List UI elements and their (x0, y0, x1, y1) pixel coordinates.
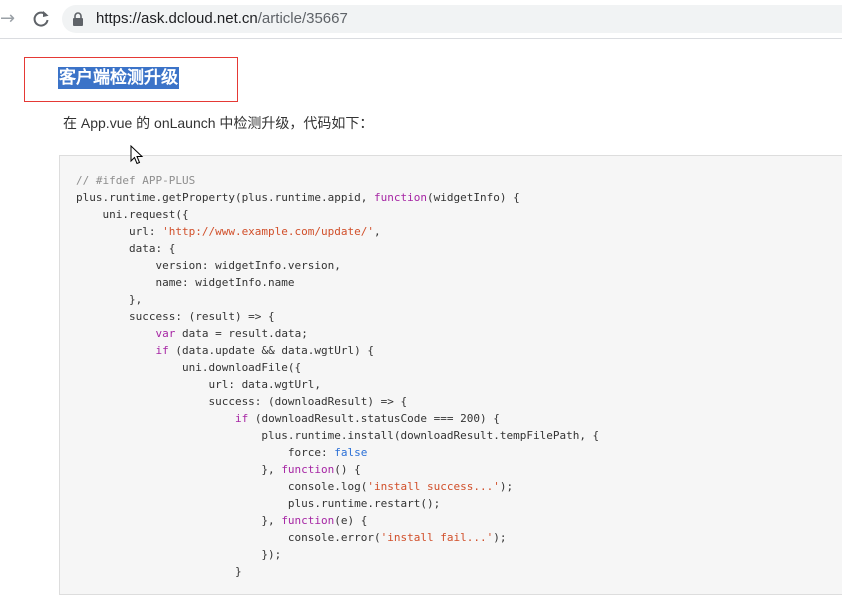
code-token: url: (76, 225, 163, 238)
code-token: }); (76, 548, 282, 561)
code-token: function (281, 463, 335, 476)
code-line: if (data.update && data.wgtUrl) { (76, 342, 599, 359)
code-token: }, (76, 514, 282, 527)
code-token: uni.downloadFile({ (76, 361, 302, 374)
code-token: , (374, 225, 381, 238)
code-token: 'install success...' (367, 480, 500, 493)
article-heading: 客户端检测升级 (58, 67, 179, 89)
code-line: }, function(e) { (76, 512, 599, 529)
code-token: if (155, 344, 169, 357)
code-line: }); (76, 546, 599, 563)
code-line: if (downloadResult.statusCode === 200) { (76, 410, 599, 427)
code-token: plus.runtime.restart(); (76, 497, 441, 510)
code-token: var (155, 327, 176, 340)
article-intro: 在 App.vue 的 onLaunch 中检测升级，代码如下： (63, 115, 374, 131)
code-token: 'http://www.example.com/update/' (162, 225, 375, 238)
code-line: console.error('install fail...'); (76, 529, 599, 546)
code-line: uni.request({ (76, 206, 599, 223)
lock-icon (72, 12, 84, 26)
code-token: // #ifdef APP-PLUS (76, 174, 196, 187)
code-token: (widgetInfo) { (427, 191, 520, 204)
code-token: console.error( (76, 531, 381, 544)
code-line: force: false (76, 444, 599, 461)
article-page: 客户端检测升级 在 App.vue 的 onLaunch 中检测升级，代码如下：… (0, 39, 842, 595)
mouse-cursor-icon (130, 144, 144, 165)
code-token: success: (result) => { (76, 310, 275, 323)
code-line: }, (76, 291, 599, 308)
code-line: plus.runtime.getProperty(plus.runtime.ap… (76, 189, 599, 206)
reload-icon[interactable] (30, 8, 52, 30)
code-token: uni.request({ (76, 208, 189, 221)
code-line: }, function() { (76, 461, 599, 478)
code-content: // #ifdef APP-PLUS plus.runtime.getProper… (76, 172, 599, 580)
code-token: (data.update && data.wgtUrl) { (168, 344, 375, 357)
code-token: version: widgetInfo.version, (76, 259, 341, 272)
code-token: (e) { (334, 514, 368, 527)
code-line: plus.runtime.restart(); (76, 495, 599, 512)
browser-toolbar: → https://ask.dcloud.net.cn/article/3566… (0, 0, 842, 39)
code-token: name: widgetInfo.name (76, 276, 295, 289)
code-line: success: (downloadResult) => { (76, 393, 599, 410)
code-token: data = result.data; (175, 327, 308, 340)
code-token: function (374, 191, 427, 204)
code-line: // #ifdef APP-PLUS (76, 172, 599, 189)
code-token: function (281, 514, 335, 527)
code-token: if (234, 412, 249, 425)
code-token: } (76, 565, 242, 578)
code-token: plus.runtime.install(downloadResult.temp… (76, 429, 600, 442)
heading-highlight-box: 客户端检测升级 (24, 57, 238, 102)
code-token: url: data.wgtUrl, (76, 378, 322, 391)
code-token: false (334, 446, 368, 459)
forward-arrow-icon[interactable]: → (0, 8, 18, 30)
code-token: 'install fail...' (380, 531, 494, 544)
url-host: https://ask.dcloud.net.cn (96, 10, 258, 27)
code-line: data: { (76, 240, 599, 257)
code-token: }, (76, 293, 143, 306)
code-token: data: { (76, 242, 176, 255)
code-token: success: (downloadResult) => { (76, 395, 408, 408)
address-bar[interactable]: https://ask.dcloud.net.cn/article/35667 (62, 5, 842, 33)
code-token: console.log( (76, 480, 368, 493)
code-line: version: widgetInfo.version, (76, 257, 599, 274)
code-line: name: widgetInfo.name (76, 274, 599, 291)
url-text[interactable]: https://ask.dcloud.net.cn/article/35667 (96, 10, 348, 28)
code-token: force: (76, 446, 335, 459)
code-block: // #ifdef APP-PLUS plus.runtime.getProper… (59, 155, 842, 595)
code-token: }, (76, 463, 282, 476)
code-line: success: (result) => { (76, 308, 599, 325)
code-token: () { (334, 463, 361, 476)
code-token: (downloadResult.statusCode === 200) { (248, 412, 500, 425)
code-token: ); (499, 480, 514, 493)
code-token: ); (493, 531, 507, 544)
code-line: url: 'http://www.example.com/update/', (76, 223, 599, 240)
code-line: uni.downloadFile({ (76, 359, 599, 376)
url-path: /article/35667 (257, 10, 348, 27)
code-line: console.log('install success...'); (76, 478, 599, 495)
code-token: plus.runtime.getProperty(plus.runtime.ap… (76, 191, 375, 204)
code-line: } (76, 563, 599, 580)
code-line: var data = result.data; (76, 325, 599, 342)
code-line: plus.runtime.install(downloadResult.temp… (76, 427, 599, 444)
code-line: url: data.wgtUrl, (76, 376, 599, 393)
